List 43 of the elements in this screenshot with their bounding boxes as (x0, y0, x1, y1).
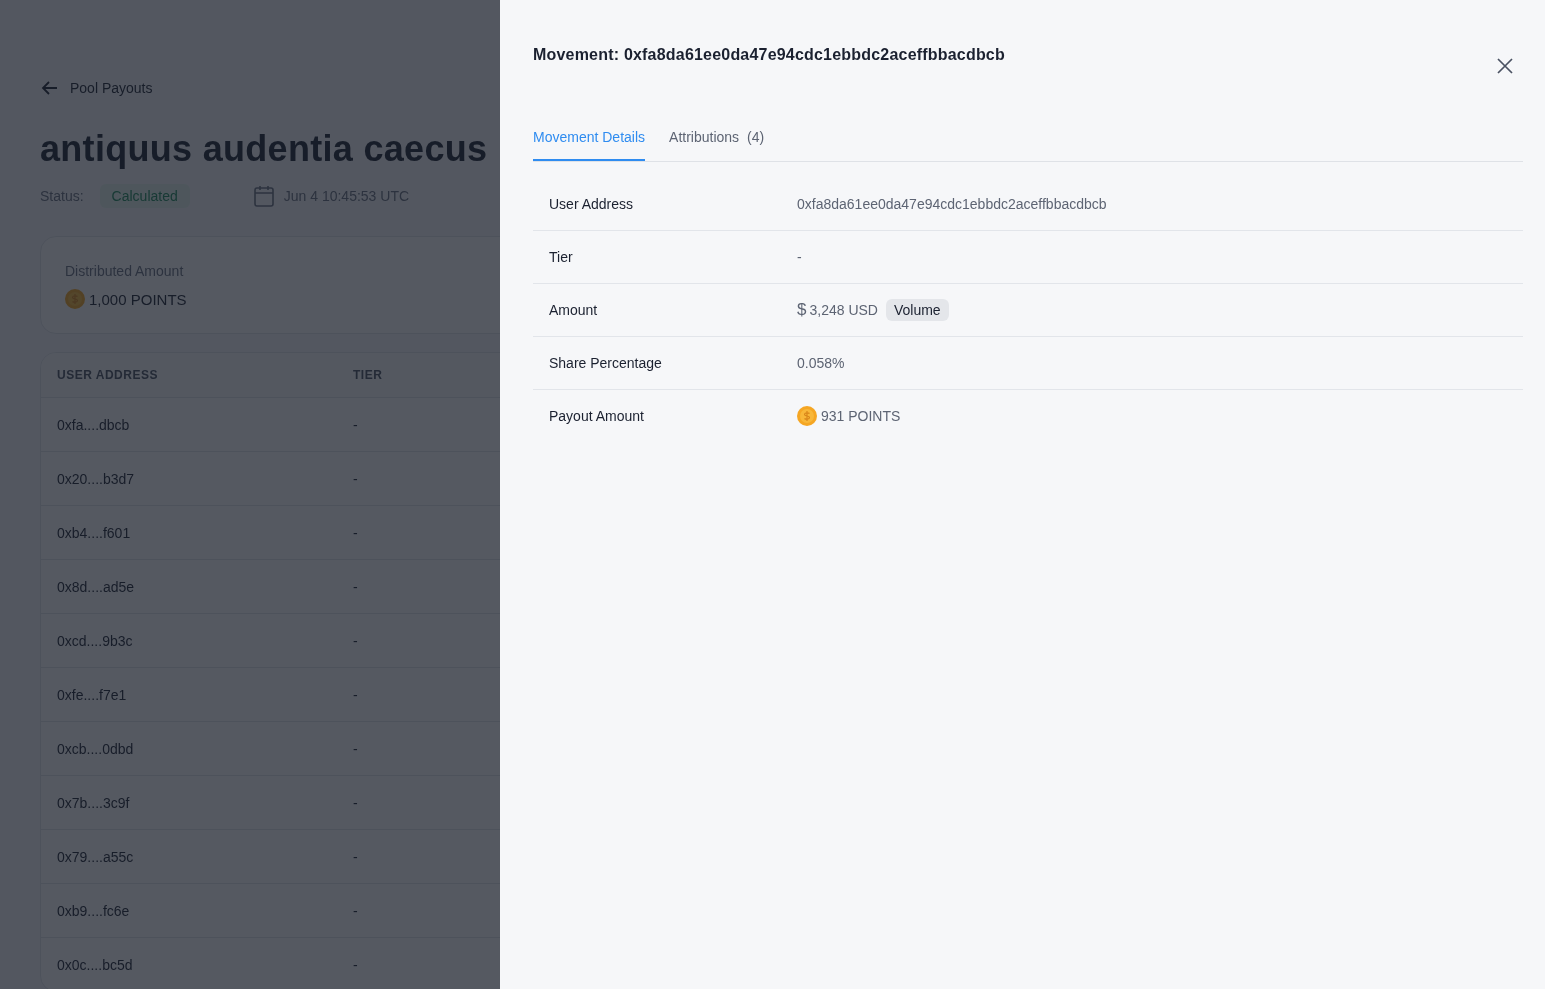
close-icon (1497, 58, 1513, 74)
drawer-title: Movement: 0xfa8da61ee0da47e94cdc1ebbdc2aceffbbacdbcb (533, 46, 1005, 64)
detail-value: - (797, 249, 802, 265)
table-cell: - (353, 470, 358, 487)
detail-label: Payout Amount (549, 408, 645, 424)
table-cell: 0x8d....ad5e (57, 578, 135, 595)
tab[interactable]: Movement Details (533, 129, 646, 161)
table-cell: 0xb4....f601 (57, 524, 131, 541)
detail-value: 931 POINTS (821, 408, 901, 424)
detail-value: 0.058% (797, 355, 845, 371)
detail-label: Amount (549, 302, 599, 318)
table-cell: - (353, 956, 358, 973)
tab[interactable]: Attributions (4) (669, 129, 765, 161)
table-cell: 0x20....b3d7 (57, 470, 135, 487)
table-cell: - (353, 578, 358, 595)
back-link-label[interactable]: Pool Payouts (70, 80, 153, 96)
table-cell: 0x0c....bc5d (57, 956, 133, 973)
table-cell: - (353, 902, 358, 919)
table-cell: 0x79....a55c (57, 848, 134, 865)
table-cell: - (353, 740, 358, 757)
table-cell: 0xfe....f7e1 (57, 686, 127, 703)
table-cell: 0x7b....3c9f (57, 794, 130, 811)
detail-label: User Address (549, 196, 635, 212)
table-cell: - (353, 848, 358, 865)
table-cell: 0xb9....fc6e (57, 902, 130, 919)
detail-label: Tier (549, 249, 574, 265)
detail-value: 0xfa8da61ee0da47e94cdc1ebbdc2aceffbbacdbcb (797, 196, 1107, 212)
page-title: antiquus audentia caecus (40, 128, 488, 170)
close-button[interactable] (1497, 58, 1513, 74)
detail-label: Share Percentage (549, 355, 663, 371)
table-cell: - (353, 524, 358, 541)
table-cell: 0xcb....0dbd (57, 740, 134, 757)
volume-tag: Volume (885, 299, 949, 321)
summary-value: 1,000 POINTS (89, 290, 187, 308)
table-cell: - (353, 794, 358, 811)
table-cell: - (353, 632, 358, 649)
currency-sign: $ (797, 300, 807, 320)
table-cell: 0xcd....9b3c (57, 632, 133, 649)
table-cell: - (353, 686, 358, 703)
table-cell: - (353, 416, 358, 433)
table-cell: 0xfa....dbcb (57, 416, 130, 433)
detail-value: 3,248 USD (809, 302, 878, 318)
coin-icon (797, 406, 817, 426)
